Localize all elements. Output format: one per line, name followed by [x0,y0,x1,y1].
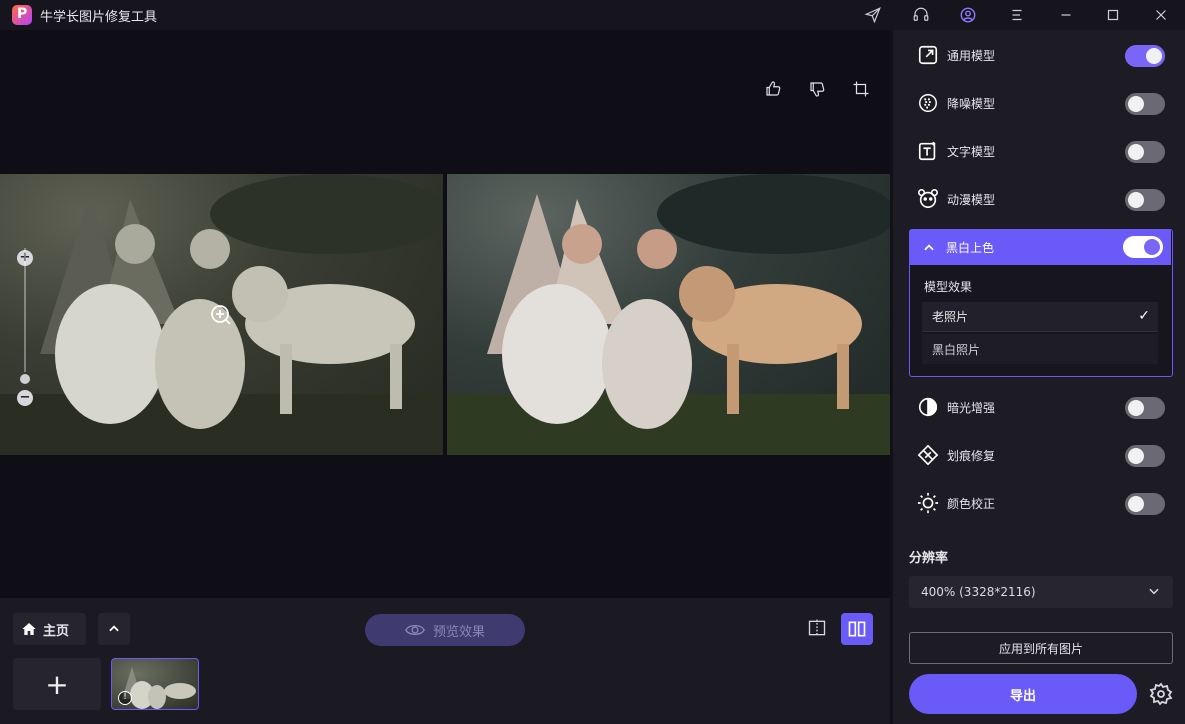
anime-icon [917,188,939,210]
title-bar: 牛学长图片修复工具 [0,0,1185,30]
split-view-icon [808,619,826,637]
colorize-header[interactable]: 黑白上色 [910,230,1171,265]
enhancement-label: 暗光增强 [947,400,996,415]
info-icon[interactable]: ! [118,691,132,705]
preview-label: 预览效果 [432,624,485,640]
home-label: 主页 [43,623,70,639]
model-label: 降噪模型 [947,96,996,111]
enhancement-label: 颜色校正 [947,496,996,511]
chevron-up-icon [109,625,119,632]
enhanced-image[interactable] [447,174,890,455]
settings-panel: 通用模型 降噪模型 文字模型 动漫模型 黑白上色 模型效果 老照片 ✓ 黑白照片… [893,30,1185,724]
app-title: 牛学长图片修复工具 [40,10,158,25]
chevron-up-icon[interactable] [922,241,936,255]
anime-model-toggle[interactable] [1125,189,1165,211]
check-icon: ✓ [1138,308,1150,324]
text-icon [917,140,939,162]
resolution-select[interactable]: 400% (3328*2116) [909,576,1173,608]
crop-icon[interactable] [852,80,874,102]
zoom-slider-handle[interactable] [20,374,30,384]
zoom-out-button[interactable]: − [17,390,33,406]
maximize-icon[interactable] [1102,4,1124,26]
model-label: 通用模型 [947,48,996,63]
bottom-bar: 主页 预览效果 + ! [0,598,890,724]
denoise-icon [917,92,939,114]
settings-gear-icon[interactable] [1149,682,1173,706]
general-model-toggle[interactable] [1125,45,1165,67]
canvas-area: + − [0,30,890,598]
app-logo [12,5,32,25]
home-button[interactable]: 主页 [13,613,86,645]
side-by-side-view-button[interactable] [841,613,873,645]
add-image-button[interactable]: + [13,658,101,710]
collapse-button[interactable] [98,613,130,645]
model-row-lowlight[interactable]: 暗光增强 [917,391,1165,423]
thumbs-up-icon[interactable] [764,80,786,102]
thumbs-down-icon[interactable] [808,80,830,102]
effect-option-bw-photo[interactable]: 黑白照片 [922,334,1158,364]
model-row-anime[interactable]: 动漫模型 [917,183,1165,215]
colorize-section: 黑白上色 模型效果 老照片 ✓ 黑白照片 [909,229,1173,377]
model-row-denoise[interactable]: 降噪模型 [917,87,1165,119]
expand-icon [917,44,939,66]
account-icon[interactable] [957,4,979,26]
model-row-scratch[interactable]: 划痕修复 [917,439,1165,471]
zoom-slider-track[interactable] [24,248,26,372]
apply-to-all-button[interactable]: 应用到所有图片 [909,632,1173,664]
image-thumbnail[interactable]: ! [111,658,199,710]
scratch-icon [917,444,939,466]
scratch-repair-toggle[interactable] [1125,445,1165,467]
enhancement-label: 划痕修复 [947,448,996,463]
brightness-icon [917,492,939,514]
model-row-color-correct[interactable]: 颜色校正 [917,487,1165,519]
preview-button[interactable]: 预览效果 [365,614,525,646]
menu-icon[interactable] [1006,4,1028,26]
side-by-side-icon [848,621,866,637]
color-correction-toggle[interactable] [1125,493,1165,515]
home-icon [22,623,36,635]
effect-option-old-photo[interactable]: 老照片 ✓ [922,302,1158,332]
support-headset-icon[interactable] [910,4,932,26]
original-image[interactable]: + − [0,174,443,455]
export-button[interactable]: 导出 [909,674,1137,714]
magnifier-icon[interactable] [209,303,233,327]
option-label: 黑白照片 [932,342,981,357]
minimize-icon[interactable] [1055,4,1077,26]
close-icon[interactable] [1150,4,1172,26]
resolution-value: 400% (3328*2116) [921,585,1036,599]
colorize-label: 黑白上色 [946,241,995,255]
resolution-title: 分辨率 [909,551,949,566]
eye-icon [405,624,425,636]
model-label: 动漫模型 [947,192,996,207]
lowlight-toggle[interactable] [1125,397,1165,419]
send-icon[interactable] [862,4,884,26]
option-label: 老照片 [932,310,969,324]
model-label: 文字模型 [947,144,996,159]
split-view-button[interactable] [805,616,829,640]
contrast-icon [917,396,939,418]
model-row-text[interactable]: 文字模型 [917,135,1165,167]
colorize-toggle[interactable] [1123,236,1163,258]
model-row-general[interactable]: 通用模型 [917,39,1165,71]
model-effect-title: 模型效果 [924,280,973,294]
text-model-toggle[interactable] [1125,141,1165,163]
denoise-model-toggle[interactable] [1125,93,1165,115]
chevron-down-icon [1149,588,1159,595]
